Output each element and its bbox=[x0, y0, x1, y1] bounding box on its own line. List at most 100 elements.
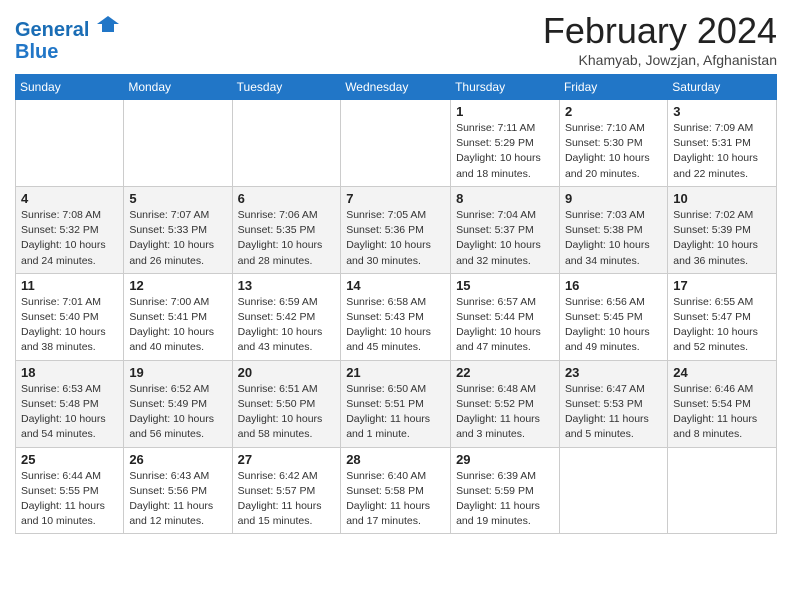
calendar-cell: 4Sunrise: 7:08 AM Sunset: 5:32 PM Daylig… bbox=[16, 186, 124, 273]
day-detail: Sunrise: 7:09 AM Sunset: 5:31 PM Dayligh… bbox=[673, 121, 771, 182]
calendar-cell: 21Sunrise: 6:50 AM Sunset: 5:51 PM Dayli… bbox=[341, 360, 451, 447]
day-detail: Sunrise: 6:56 AM Sunset: 5:45 PM Dayligh… bbox=[565, 295, 662, 356]
day-number: 26 bbox=[129, 452, 226, 467]
week-row-4: 18Sunrise: 6:53 AM Sunset: 5:48 PM Dayli… bbox=[16, 360, 777, 447]
day-detail: Sunrise: 7:07 AM Sunset: 5:33 PM Dayligh… bbox=[129, 208, 226, 269]
day-detail: Sunrise: 7:01 AM Sunset: 5:40 PM Dayligh… bbox=[21, 295, 118, 356]
day-detail: Sunrise: 7:00 AM Sunset: 5:41 PM Dayligh… bbox=[129, 295, 226, 356]
day-detail: Sunrise: 7:04 AM Sunset: 5:37 PM Dayligh… bbox=[456, 208, 554, 269]
day-number: 22 bbox=[456, 365, 554, 380]
day-detail: Sunrise: 7:02 AM Sunset: 5:39 PM Dayligh… bbox=[673, 208, 771, 269]
subtitle: Khamyab, Jowzjan, Afghanistan bbox=[543, 52, 777, 68]
week-row-5: 25 Sunrise: 6:44 AM Sunset: 5:55 PM Dayli… bbox=[16, 447, 777, 534]
calendar-cell: 22 Sunrise: 6:48 AM Sunset: 5:52 PM Dayli… bbox=[451, 360, 560, 447]
day-detail: Sunrise: 6:46 AM Sunset: 5:54 PM Dayligh… bbox=[673, 382, 771, 443]
week-row-1: 1 Sunrise: 7:11 AM Sunset: 5:29 PM Daylig… bbox=[16, 100, 777, 187]
day-number: 28 bbox=[346, 452, 445, 467]
day-header-wednesday: Wednesday bbox=[341, 75, 451, 100]
calendar-cell: 3 Sunrise: 7:09 AM Sunset: 5:31 PM Daylig… bbox=[668, 100, 777, 187]
day-header-monday: Monday bbox=[124, 75, 232, 100]
calendar-cell: 6 Sunrise: 7:06 AM Sunset: 5:35 PM Daylig… bbox=[232, 186, 341, 273]
day-detail: Sunrise: 6:50 AM Sunset: 5:51 PM Dayligh… bbox=[346, 382, 445, 443]
day-number: 12 bbox=[129, 278, 226, 293]
calendar-cell: 17 Sunrise: 6:55 AM Sunset: 5:47 PM Dayli… bbox=[668, 273, 777, 360]
day-number: 23 bbox=[565, 365, 662, 380]
day-detail: Sunrise: 6:40 AM Sunset: 5:58 PM Dayligh… bbox=[346, 469, 445, 530]
day-detail: Sunrise: 6:48 AM Sunset: 5:52 PM Dayligh… bbox=[456, 382, 554, 443]
day-number: 15 bbox=[456, 278, 554, 293]
calendar-cell: 2Sunrise: 7:10 AM Sunset: 5:30 PM Daylig… bbox=[559, 100, 667, 187]
day-header-tuesday: Tuesday bbox=[232, 75, 341, 100]
calendar-cell: 11 Sunrise: 7:01 AM Sunset: 5:40 PM Dayli… bbox=[16, 273, 124, 360]
calendar-cell: 1 Sunrise: 7:11 AM Sunset: 5:29 PM Daylig… bbox=[451, 100, 560, 187]
day-detail: Sunrise: 7:11 AM Sunset: 5:29 PM Dayligh… bbox=[456, 121, 554, 182]
day-number: 7 bbox=[346, 191, 445, 206]
day-number: 3 bbox=[673, 104, 771, 119]
day-number: 24 bbox=[673, 365, 771, 380]
day-detail: Sunrise: 6:43 AM Sunset: 5:56 PM Dayligh… bbox=[129, 469, 226, 530]
calendar-cell: 18Sunrise: 6:53 AM Sunset: 5:48 PM Dayli… bbox=[16, 360, 124, 447]
day-header-sunday: Sunday bbox=[16, 75, 124, 100]
day-number: 11 bbox=[21, 278, 118, 293]
calendar-cell: 20 Sunrise: 6:51 AM Sunset: 5:50 PM Dayli… bbox=[232, 360, 341, 447]
logo-line1: General bbox=[15, 19, 89, 41]
day-number: 2 bbox=[565, 104, 662, 119]
day-number: 17 bbox=[673, 278, 771, 293]
title-area: February 2024 Khamyab, Jowzjan, Afghanis… bbox=[543, 10, 777, 68]
day-detail: Sunrise: 6:44 AM Sunset: 5:55 PM Dayligh… bbox=[21, 469, 118, 530]
calendar-cell: 7 Sunrise: 7:05 AM Sunset: 5:36 PM Daylig… bbox=[341, 186, 451, 273]
day-detail: Sunrise: 7:03 AM Sunset: 5:38 PM Dayligh… bbox=[565, 208, 662, 269]
day-number: 4 bbox=[21, 191, 118, 206]
calendar-cell: 24 Sunrise: 6:46 AM Sunset: 5:54 PM Dayli… bbox=[668, 360, 777, 447]
day-detail: Sunrise: 6:52 AM Sunset: 5:49 PM Dayligh… bbox=[129, 382, 226, 443]
day-detail: Sunrise: 6:42 AM Sunset: 5:57 PM Dayligh… bbox=[238, 469, 336, 530]
logo-text: General Blue bbox=[15, 14, 119, 63]
day-header-saturday: Saturday bbox=[668, 75, 777, 100]
day-number: 19 bbox=[129, 365, 226, 380]
day-number: 14 bbox=[346, 278, 445, 293]
day-detail: Sunrise: 6:39 AM Sunset: 5:59 PM Dayligh… bbox=[456, 469, 554, 530]
calendar-cell: 14 Sunrise: 6:58 AM Sunset: 5:43 PM Dayli… bbox=[341, 273, 451, 360]
header-row: SundayMondayTuesdayWednesdayThursdayFrid… bbox=[16, 75, 777, 100]
day-number: 27 bbox=[238, 452, 336, 467]
day-number: 1 bbox=[456, 104, 554, 119]
calendar-cell bbox=[16, 100, 124, 187]
day-detail: Sunrise: 7:05 AM Sunset: 5:36 PM Dayligh… bbox=[346, 208, 445, 269]
week-row-3: 11 Sunrise: 7:01 AM Sunset: 5:40 PM Dayli… bbox=[16, 273, 777, 360]
day-number: 5 bbox=[129, 191, 226, 206]
calendar-cell: 10 Sunrise: 7:02 AM Sunset: 5:39 PM Dayli… bbox=[668, 186, 777, 273]
calendar-cell: 19 Sunrise: 6:52 AM Sunset: 5:49 PM Dayli… bbox=[124, 360, 232, 447]
day-header-friday: Friday bbox=[559, 75, 667, 100]
week-row-2: 4Sunrise: 7:08 AM Sunset: 5:32 PM Daylig… bbox=[16, 186, 777, 273]
day-number: 10 bbox=[673, 191, 771, 206]
logo-bird-icon bbox=[97, 14, 119, 36]
logo: General Blue bbox=[15, 14, 119, 63]
calendar-cell bbox=[124, 100, 232, 187]
calendar-cell bbox=[668, 447, 777, 534]
day-header-thursday: Thursday bbox=[451, 75, 560, 100]
day-detail: Sunrise: 6:57 AM Sunset: 5:44 PM Dayligh… bbox=[456, 295, 554, 356]
calendar-cell: 23 Sunrise: 6:47 AM Sunset: 5:53 PM Dayli… bbox=[559, 360, 667, 447]
day-detail: Sunrise: 6:47 AM Sunset: 5:53 PM Dayligh… bbox=[565, 382, 662, 443]
day-number: 25 bbox=[21, 452, 118, 467]
calendar-cell: 16Sunrise: 6:56 AM Sunset: 5:45 PM Dayli… bbox=[559, 273, 667, 360]
calendar-cell: 28 Sunrise: 6:40 AM Sunset: 5:58 PM Dayli… bbox=[341, 447, 451, 534]
calendar-cell: 13Sunrise: 6:59 AM Sunset: 5:42 PM Dayli… bbox=[232, 273, 341, 360]
day-number: 6 bbox=[238, 191, 336, 206]
day-number: 8 bbox=[456, 191, 554, 206]
calendar-cell: 27 Sunrise: 6:42 AM Sunset: 5:57 PM Dayli… bbox=[232, 447, 341, 534]
calendar-cell: 8 Sunrise: 7:04 AM Sunset: 5:37 PM Daylig… bbox=[451, 186, 560, 273]
logo-line2: Blue bbox=[15, 41, 58, 63]
day-number: 9 bbox=[565, 191, 662, 206]
calendar-table: SundayMondayTuesdayWednesdayThursdayFrid… bbox=[15, 74, 777, 534]
calendar-cell: 29Sunrise: 6:39 AM Sunset: 5:59 PM Dayli… bbox=[451, 447, 560, 534]
day-detail: Sunrise: 6:55 AM Sunset: 5:47 PM Dayligh… bbox=[673, 295, 771, 356]
day-detail: Sunrise: 6:59 AM Sunset: 5:42 PM Dayligh… bbox=[238, 295, 336, 356]
calendar-cell bbox=[232, 100, 341, 187]
day-number: 20 bbox=[238, 365, 336, 380]
day-detail: Sunrise: 6:58 AM Sunset: 5:43 PM Dayligh… bbox=[346, 295, 445, 356]
day-detail: Sunrise: 7:06 AM Sunset: 5:35 PM Dayligh… bbox=[238, 208, 336, 269]
header: General Blue February 2024 Khamyab, Jowz… bbox=[15, 10, 777, 68]
day-detail: Sunrise: 6:51 AM Sunset: 5:50 PM Dayligh… bbox=[238, 382, 336, 443]
day-number: 18 bbox=[21, 365, 118, 380]
